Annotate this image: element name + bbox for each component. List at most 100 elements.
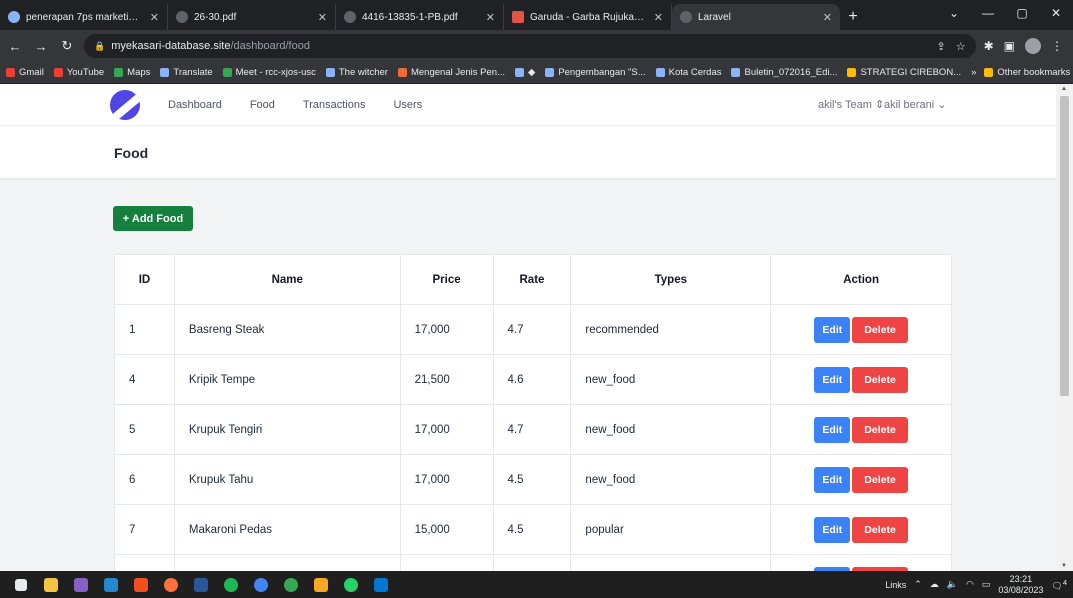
more-bookmarks-icon[interactable]: » xyxy=(971,67,976,78)
chrome-icon[interactable] xyxy=(276,571,306,598)
edit-button[interactable]: Edit xyxy=(814,366,851,393)
bookmark[interactable]: YouTube xyxy=(53,67,104,78)
edit-button[interactable]: Edit xyxy=(814,466,851,493)
delete-button[interactable]: Delete xyxy=(852,516,908,543)
delete-button[interactable]: Delete xyxy=(852,366,908,393)
photos-icon[interactable] xyxy=(366,571,396,598)
column-header: Rate xyxy=(492,254,572,305)
wifi-icon[interactable]: ◠ xyxy=(966,579,974,590)
star-icon[interactable]: ☆ xyxy=(956,40,966,53)
bookmark[interactable]: Pengembangan "S... xyxy=(545,67,646,78)
bookmark[interactable]: Buletin_072016_Edi... xyxy=(731,67,837,78)
other-bookmarks[interactable]: Other bookmarks xyxy=(984,67,1070,78)
minimize-icon[interactable]: — xyxy=(971,0,1005,26)
windows-start-icon[interactable] xyxy=(6,571,36,598)
file-explorer-icon[interactable] xyxy=(36,571,66,598)
url-input[interactable]: 🔒 myekasari-database.site/dashboard/food… xyxy=(84,34,976,58)
globe-icon xyxy=(344,11,356,23)
nav-link-dashboard[interactable]: Dashboard xyxy=(168,99,222,111)
vertical-scrollbar[interactable]: ▲ ▼ xyxy=(1056,84,1073,571)
cell-rate: 4.6 xyxy=(492,354,572,405)
bookmark[interactable]: Meet - rcc-xjos-usc xyxy=(222,67,316,78)
edit-button[interactable]: Edit xyxy=(814,416,851,443)
new-tab-icon[interactable]: + xyxy=(840,6,866,28)
tab-title: 26-30.pdf xyxy=(194,11,237,23)
vscode-icon[interactable] xyxy=(96,571,126,598)
maximize-icon[interactable]: ▢ xyxy=(1005,0,1039,26)
team-switcher[interactable]: akil's Team ⇕ xyxy=(818,98,884,111)
bookmark[interactable]: The witcher xyxy=(325,67,388,78)
browser-tab[interactable]: Garuda - Garba Rujukan Digital ✕ xyxy=(504,4,672,30)
word-icon[interactable] xyxy=(186,571,216,598)
sidepanel-icon[interactable]: ▣ xyxy=(1004,39,1015,53)
chevron-up-icon[interactable]: ⌃ xyxy=(914,579,922,590)
close-icon[interactable]: ✕ xyxy=(150,11,159,24)
cell-id: 5 xyxy=(114,404,175,455)
cell-types: new_food xyxy=(570,354,772,405)
scroll-up-icon[interactable]: ▲ xyxy=(1061,86,1067,92)
add-food-button[interactable]: + Add Food xyxy=(113,206,193,231)
bookmark[interactable]: ◆ xyxy=(515,67,535,78)
figma-icon[interactable] xyxy=(126,571,156,598)
close-icon[interactable]: ✕ xyxy=(654,11,663,24)
notification-count: 4 xyxy=(1062,577,1067,587)
cell-name: Kripik Tempe xyxy=(173,354,401,405)
battery-icon[interactable]: ▭ xyxy=(982,579,991,590)
bookmark[interactable]: Gmail xyxy=(6,67,44,78)
share-icon[interactable]: ⇪ xyxy=(937,40,946,53)
sublime-icon[interactable] xyxy=(306,571,336,598)
edit-button[interactable]: Edit xyxy=(814,316,851,343)
maps-icon xyxy=(114,68,124,77)
bookmark[interactable]: Maps xyxy=(114,67,150,78)
close-icon[interactable]: ✕ xyxy=(486,11,495,24)
forward-icon[interactable]: → xyxy=(32,39,50,54)
scrollbar-thumb[interactable] xyxy=(1060,96,1069,396)
browser-tab-active[interactable]: Laravel ✕ xyxy=(672,4,840,30)
user-dropdown[interactable]: akil berani ⌄ xyxy=(884,98,946,111)
browser-tab[interactable]: 4416-13835-1-PB.pdf ✕ xyxy=(336,4,504,30)
firefox-icon[interactable] xyxy=(156,571,186,598)
reload-icon[interactable]: ↻ xyxy=(58,38,76,54)
volume-icon[interactable]: 🔈 xyxy=(947,579,958,590)
nav-link-transactions[interactable]: Transactions xyxy=(303,99,366,111)
bookmark[interactable]: Mengenal Jenis Pen... xyxy=(397,67,505,78)
scroll-down-icon[interactable]: ▼ xyxy=(1061,563,1067,569)
cell-rate: 4.6 xyxy=(492,554,572,571)
nav-link-food[interactable]: Food xyxy=(250,99,275,111)
onedrive-icon[interactable]: ☁ xyxy=(930,579,939,590)
profile-avatar[interactable] xyxy=(1025,38,1041,54)
close-icon[interactable]: ✕ xyxy=(318,11,327,24)
browser-tab-strip: penerapan 7ps marketing mix pa ✕ 26-30.p… xyxy=(0,0,1073,30)
extensions-icon[interactable]: ✱ xyxy=(984,39,994,53)
tab-title: Laravel xyxy=(698,11,731,23)
tray-links-label[interactable]: Links xyxy=(885,580,906,590)
browser-tab[interactable]: 26-30.pdf ✕ xyxy=(168,4,336,30)
notification-icon[interactable]: 🗨4 xyxy=(1051,578,1067,592)
visual-studio-icon[interactable] xyxy=(66,571,96,598)
bookmark[interactable]: Kota Cerdas xyxy=(655,67,721,78)
back-icon[interactable]: ← xyxy=(6,39,24,54)
document-icon xyxy=(847,68,857,77)
delete-button[interactable]: Delete xyxy=(852,316,908,343)
app-icon[interactable] xyxy=(246,571,276,598)
cell-price: 17,000 xyxy=(399,304,494,355)
nav-link-users[interactable]: Users xyxy=(393,99,422,111)
cell-actions: EditDelete xyxy=(770,504,952,555)
selector-icon: ⇕ xyxy=(874,99,885,111)
url-host: myekasari-database.site xyxy=(111,40,231,52)
bookmark[interactable]: STRATEGI CIREBON... xyxy=(847,67,961,78)
delete-button[interactable]: Delete xyxy=(852,416,908,443)
close-icon[interactable]: ✕ xyxy=(823,11,832,24)
spotify-icon[interactable] xyxy=(216,571,246,598)
clock[interactable]: 23:21 03/08/2023 xyxy=(998,574,1043,596)
app-logo[interactable] xyxy=(110,90,140,120)
close-window-icon[interactable]: ✕ xyxy=(1039,0,1073,26)
bookmark[interactable]: Translate xyxy=(160,67,213,78)
delete-button[interactable]: Delete xyxy=(852,466,908,493)
menu-icon[interactable]: ⋮ xyxy=(1051,39,1063,53)
tab-title: penerapan 7ps marketing mix pa xyxy=(26,11,144,23)
whatsapp-icon[interactable] xyxy=(336,571,366,598)
chevron-down-icon[interactable]: ⌄ xyxy=(937,0,971,26)
browser-tab[interactable]: penerapan 7ps marketing mix pa ✕ xyxy=(0,4,168,30)
edit-button[interactable]: Edit xyxy=(814,516,851,543)
